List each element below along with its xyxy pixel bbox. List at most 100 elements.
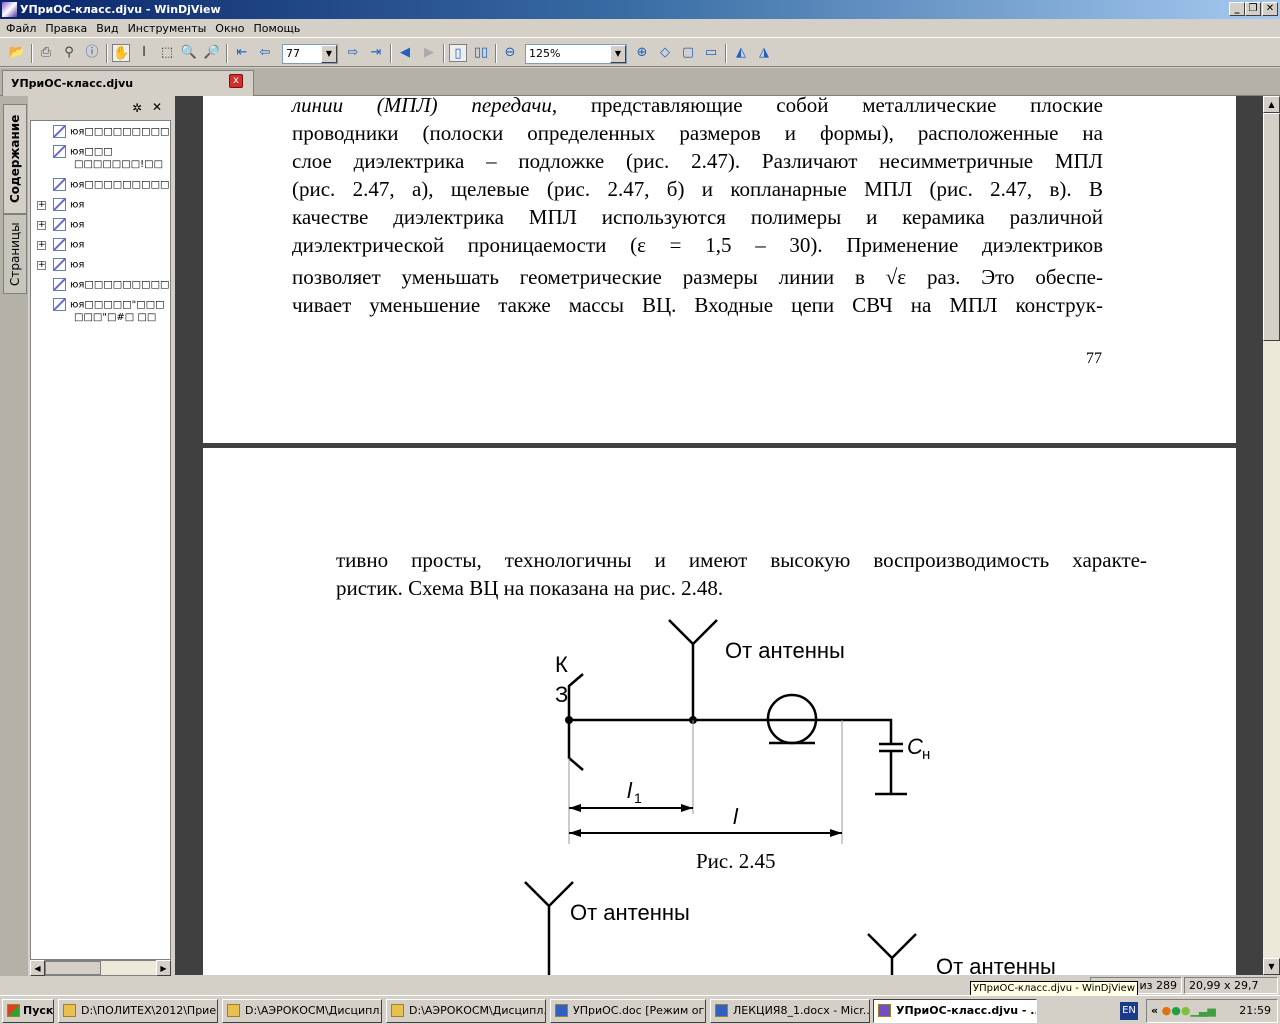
start-button[interactable]: Пуск: [2, 999, 54, 1023]
find-icon[interactable]: ⚲: [60, 44, 78, 62]
antenna-symbol: [668, 619, 718, 720]
taskbar-item[interactable]: D:\ПОЛИТЕХ\2012\Прие...: [58, 999, 218, 1023]
document-viewport[interactable]: линии (МПЛ) передачи, представляющие соб…: [175, 96, 1263, 975]
scroll-thumb[interactable]: [1263, 113, 1280, 341]
signal-icon[interactable]: ▁▃▅: [1190, 1004, 1215, 1017]
tab-contents[interactable]: Содержание: [3, 104, 27, 214]
tree-item-label-cont: □□□"□#□ □□: [74, 312, 157, 323]
print-icon[interactable]: ⎙: [37, 44, 55, 62]
page-number-input[interactable]: 77 ▼: [282, 44, 338, 64]
menu-window[interactable]: Окно: [215, 22, 244, 35]
rotate-right-icon[interactable]: ◮: [755, 44, 773, 62]
tree-item-label: юя□□□: [70, 146, 113, 158]
back-icon[interactable]: ◀: [396, 44, 414, 62]
antenna-label-3: От антенны: [936, 954, 1056, 975]
scroll-up-button[interactable]: ▲: [1263, 96, 1280, 113]
page-size: 20,99 x 29,7 см: [1184, 977, 1278, 1007]
folder-icon: [391, 1004, 404, 1017]
tree-item[interactable]: юя: [53, 258, 84, 272]
taskbar-item[interactable]: D:\АЭРОКОСМ\Дисципл...: [222, 999, 382, 1023]
close-button[interactable]: ✕: [1262, 2, 1278, 16]
tree-item[interactable]: юя□□□□□□□□□: [53, 278, 169, 292]
transmission-line: [568, 718, 893, 730]
tree-item[interactable]: юя□□□□□□□□□: [53, 125, 169, 139]
bookmark-icon: [53, 125, 66, 138]
menu-edit[interactable]: Правка: [45, 22, 87, 35]
clock: 21:59: [1239, 1004, 1271, 1017]
tray-app-icon[interactable]: ●: [1181, 1004, 1191, 1017]
actual-size-icon[interactable]: ▢: [679, 44, 697, 62]
antenna-symbol-3: [867, 933, 917, 975]
tree-item[interactable]: юя: [53, 238, 84, 252]
tray-expand-icon[interactable]: «: [1151, 1004, 1158, 1017]
menu-tools[interactable]: Инструменты: [128, 22, 207, 35]
text-line: (рис. 2.47, а), щелевые (рис. 2.47, б) и…: [292, 177, 1103, 201]
next-page-icon[interactable]: ⇨: [344, 44, 362, 62]
tree-item[interactable]: юя: [53, 218, 84, 232]
bookmark-icon: [53, 258, 66, 271]
scroll-down-button[interactable]: ▼: [1263, 958, 1280, 975]
bookmark-icon: [53, 145, 66, 158]
scroll-thumb[interactable]: [45, 961, 101, 975]
horizontal-scrollbar[interactable]: ◀ ▶: [30, 960, 171, 976]
hand-tool-icon[interactable]: ✋: [112, 44, 130, 62]
expand-icon[interactable]: +: [37, 261, 46, 270]
taskbar-item[interactable]: УПриОС-класс.djvu - ...: [873, 999, 1037, 1023]
facing-pages-icon[interactable]: ▯▯: [472, 44, 490, 62]
document-tab[interactable]: УПриОС-класс.djvu: [2, 70, 254, 96]
zoom-input[interactable]: 125% ▼: [525, 44, 627, 64]
expand-icon[interactable]: +: [37, 241, 46, 250]
fit-page-icon[interactable]: ◇: [656, 44, 674, 62]
open-icon[interactable]: 📂: [8, 44, 26, 62]
zoom-tool-icon[interactable]: 🔍: [180, 44, 198, 62]
taskbar-item[interactable]: D:\АЭРОКОСМ\Дисципл...: [386, 999, 546, 1023]
continuous-view-icon[interactable]: ▯: [449, 44, 467, 62]
tree-item[interactable]: юя: [53, 198, 84, 212]
menu-file[interactable]: Файл: [6, 22, 36, 35]
zoom-rect-icon[interactable]: 🔎: [203, 44, 221, 62]
menu-view[interactable]: Вид: [96, 22, 118, 35]
bookmark-icon: [53, 198, 66, 211]
document-tab-bar: УПриОС-класс.djvu x: [0, 68, 1280, 96]
prev-page-icon[interactable]: ⇦: [256, 44, 274, 62]
contents-tree: юя□□□□□□□□□ юя□□□ □□□□□□□!□□ юя□□□□□□□□□ + юя…: [30, 120, 171, 960]
tray-app-icon[interactable]: ●: [1171, 1004, 1181, 1017]
tree-item-label: юя□□□□□□□□□: [70, 126, 170, 138]
restore-button[interactable]: ❐: [1245, 2, 1261, 16]
scroll-right-button[interactable]: ▶: [156, 960, 171, 976]
taskbar-item[interactable]: ЛЕКЦИЯ8_1.docx - Micr...: [710, 999, 870, 1023]
menu-help[interactable]: Помощь: [254, 22, 301, 35]
tree-item[interactable]: юя□□□□□□□□□: [53, 178, 169, 192]
minimize-button[interactable]: _: [1229, 2, 1245, 16]
taskbar-item[interactable]: УПриОС.doc [Режим ог...: [550, 999, 706, 1023]
last-page-icon[interactable]: ⇥: [367, 44, 385, 62]
rect-select-icon[interactable]: ⬚: [158, 44, 176, 62]
info-icon[interactable]: ⓘ: [83, 44, 101, 62]
expand-icon[interactable]: +: [37, 221, 46, 230]
chevron-down-icon[interactable]: ▼: [321, 45, 337, 63]
settings-icon[interactable]: ✲: [132, 101, 142, 115]
vertical-scrollbar[interactable]: ▲ ▼: [1263, 96, 1280, 975]
sidebar-tabs: Содержание Страницы: [0, 96, 28, 976]
tray-app-icon[interactable]: ●: [1162, 1004, 1172, 1017]
tree-item[interactable]: юя□□□□□"□□□: [53, 298, 165, 312]
tree-item-label: юя: [70, 199, 85, 211]
close-tab-icon[interactable]: x: [229, 74, 243, 88]
expand-icon[interactable]: +: [37, 201, 46, 210]
tab-pages[interactable]: Страницы: [3, 214, 27, 294]
chevron-down-icon[interactable]: ▼: [610, 45, 626, 63]
scroll-left-button[interactable]: ◀: [30, 960, 45, 976]
rotate-left-icon[interactable]: ◭: [732, 44, 750, 62]
fit-width-icon[interactable]: ▭: [702, 44, 720, 62]
language-indicator[interactable]: EN: [1120, 1002, 1138, 1020]
first-page-icon[interactable]: ⇤: [233, 44, 251, 62]
close-panel-icon[interactable]: ✕: [152, 100, 162, 114]
text-select-icon[interactable]: I: [135, 44, 153, 62]
folder-icon: [227, 1004, 240, 1017]
tree-item[interactable]: юя□□□: [53, 145, 113, 159]
forward-icon[interactable]: ▶: [420, 44, 438, 62]
capacitor-label: C: [907, 734, 923, 759]
zoom-in-icon[interactable]: ⊕: [633, 44, 651, 62]
tree-item-label: юя□□□□□□□□□: [70, 279, 170, 291]
zoom-out-icon[interactable]: ⊖: [501, 44, 519, 62]
